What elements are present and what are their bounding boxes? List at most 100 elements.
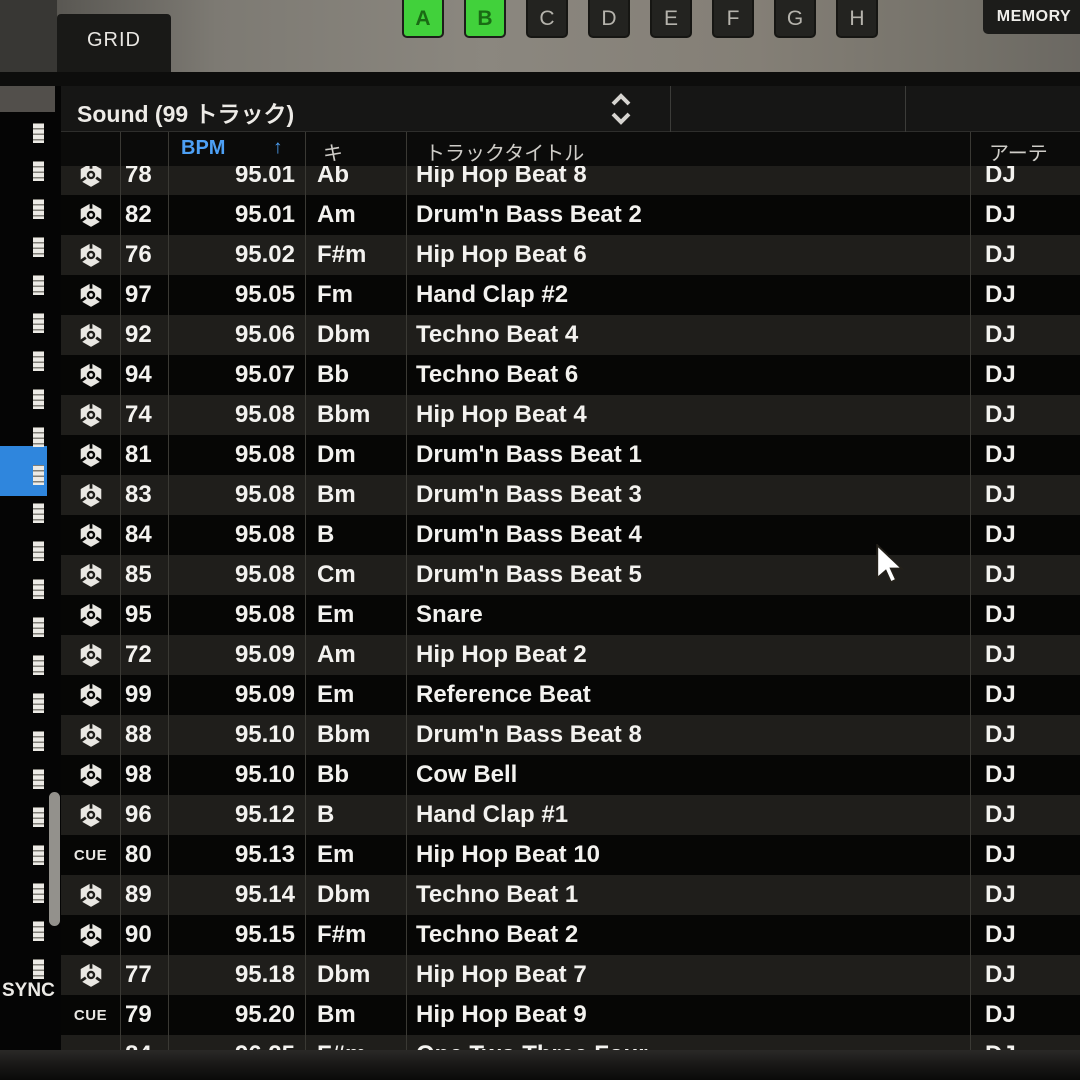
track-row[interactable]: 7795.18DbmHip Hop Beat 7DJ [61,955,1080,995]
track-row[interactable]: 7295.09AmHip Hop Beat 2DJ [61,635,1080,675]
track-row[interactable]: 8595.08CmDrum'n Bass Beat 5DJ [61,555,1080,595]
track-row[interactable]: CUE8496.25F#mOne Two Three FourDJ [61,1035,1080,1050]
column-header-bpm[interactable]: BPM [181,137,225,160]
track-bpm: 95.08 [168,481,305,509]
hot-cue-button-e[interactable]: E [650,0,692,38]
track-key: F#m [305,1041,406,1050]
track-number: 96 [120,801,168,829]
track-bpm: 95.06 [168,321,305,349]
track-key: Bbm [305,721,406,749]
jog-wheel-arc-icon [0,0,57,72]
track-row[interactable]: 9795.05FmHand Clap #2DJ [61,275,1080,315]
track-row[interactable]: CUE8095.13EmHip Hop Beat 10DJ [61,835,1080,875]
track-number: 84 [120,521,168,549]
cue-marker: CUE [61,847,120,864]
track-title: Hip Hop Beat 10 [406,841,970,869]
track-bpm: 95.08 [168,561,305,589]
left-panel: SYNC MA [0,86,64,1080]
mini-marker-chip [30,956,47,982]
track-row[interactable]: 8395.08BmDrum'n Bass Beat 3DJ [61,475,1080,515]
memory-button-label: MEMORY [997,8,1071,26]
track-number: 88 [120,721,168,749]
track-key: Dbm [305,321,406,349]
track-row[interactable]: 7495.08BbmHip Hop Beat 4DJ [61,395,1080,435]
mini-marker-chip [30,728,47,754]
track-icon [61,242,120,268]
track-icon [61,962,120,988]
track-title: Hip Hop Beat 9 [406,1001,970,1029]
hot-cue-label: H [849,8,864,29]
column-header-key[interactable]: キ [323,137,343,166]
track-row[interactable]: 8995.14DbmTechno Beat 1DJ [61,875,1080,915]
hot-cue-button-c[interactable]: C [526,0,568,38]
playlist-selector[interactable]: Sound (99 トラック) [61,86,1080,132]
track-row[interactable]: 8195.08DmDrum'n Bass Beat 1DJ [61,435,1080,475]
track-key: Ab [305,166,406,189]
track-artist: DJ [970,961,1080,989]
track-row[interactable]: 9595.08EmSnareDJ [61,595,1080,635]
hot-cue-label: F [727,8,740,29]
hot-cue-button-f[interactable]: F [712,0,754,38]
track-title: Hip Hop Beat 8 [406,166,970,189]
track-row[interactable]: 9495.07BbTechno Beat 6DJ [61,355,1080,395]
tab-grid[interactable]: GRID [57,14,171,72]
mini-marker-chip [30,690,47,716]
hot-cue-button-b[interactable]: B [464,0,506,38]
mini-marker-chip [30,462,47,488]
hot-cue-button-a[interactable]: A [402,0,444,38]
track-artist: DJ [970,561,1080,589]
left-panel-header-block [0,86,55,112]
mini-marker-chip [30,880,47,906]
track-key: Dm [305,441,406,469]
track-row[interactable]: 8295.01AmDrum'n Bass Beat 2DJ [61,195,1080,235]
track-key: Bb [305,761,406,789]
track-row[interactable]: 9995.09EmReference BeatDJ [61,675,1080,715]
track-artist: DJ [970,801,1080,829]
track-row[interactable]: 8895.10BbmDrum'n Bass Beat 8DJ [61,715,1080,755]
column-divider [168,132,169,1050]
track-key: Bb [305,361,406,389]
track-row[interactable]: 8495.08BDrum'n Bass Beat 4DJ [61,515,1080,555]
hot-cue-button-d[interactable]: D [588,0,630,38]
mini-marker-chip [30,348,47,374]
hot-cue-button-g[interactable]: G [774,0,816,38]
track-artist: DJ [970,521,1080,549]
bottom-bezel [0,1050,1080,1080]
track-key: Em [305,681,406,709]
hot-cue-button-h[interactable]: H [836,0,878,38]
track-bpm: 95.10 [168,761,305,789]
track-bpm: 95.14 [168,881,305,909]
track-key: F#m [305,241,406,269]
track-bpm: 95.01 [168,166,305,189]
track-row[interactable]: 9695.12BHand Clap #1DJ [61,795,1080,835]
track-row[interactable]: 9295.06DbmTechno Beat 4DJ [61,315,1080,355]
column-divider [305,132,306,1050]
chevron-up-down-icon[interactable] [609,92,633,126]
track-icon [61,362,120,388]
column-header-artist[interactable]: アーテ [989,137,1048,166]
track-row[interactable]: CUE7995.20BmHip Hop Beat 9DJ [61,995,1080,1035]
scrollbar-thumb[interactable] [49,792,60,926]
track-icon [61,602,120,628]
track-icon [61,882,120,908]
track-icon [61,442,120,468]
track-key: B [305,521,406,549]
track-artist: DJ [970,201,1080,229]
track-key: Dbm [305,881,406,909]
column-header-title[interactable]: トラックタイトル [425,137,584,166]
mini-marker-chip [30,576,47,602]
track-row[interactable]: 7695.02F#mHip Hop Beat 6DJ [61,235,1080,275]
track-browser: Sound (99 トラック) BPM ↑ キ トラックタイトル アーテ 789… [61,86,1080,1050]
mini-marker-chip [30,842,47,868]
cue-marker: CUE [61,1007,120,1024]
track-row[interactable]: 7895.01AbHip Hop Beat 8DJ [61,166,1080,195]
track-icon [61,642,120,668]
column-divider [406,132,407,1050]
track-bpm: 95.08 [168,521,305,549]
track-number: 85 [120,561,168,589]
track-row[interactable]: 9895.10BbCow BellDJ [61,755,1080,795]
grid-tab-label: GRID [87,29,141,52]
mini-marker-chip [30,424,47,450]
memory-button[interactable]: MEMORY [983,0,1080,34]
track-row[interactable]: 9095.15F#mTechno Beat 2DJ [61,915,1080,955]
